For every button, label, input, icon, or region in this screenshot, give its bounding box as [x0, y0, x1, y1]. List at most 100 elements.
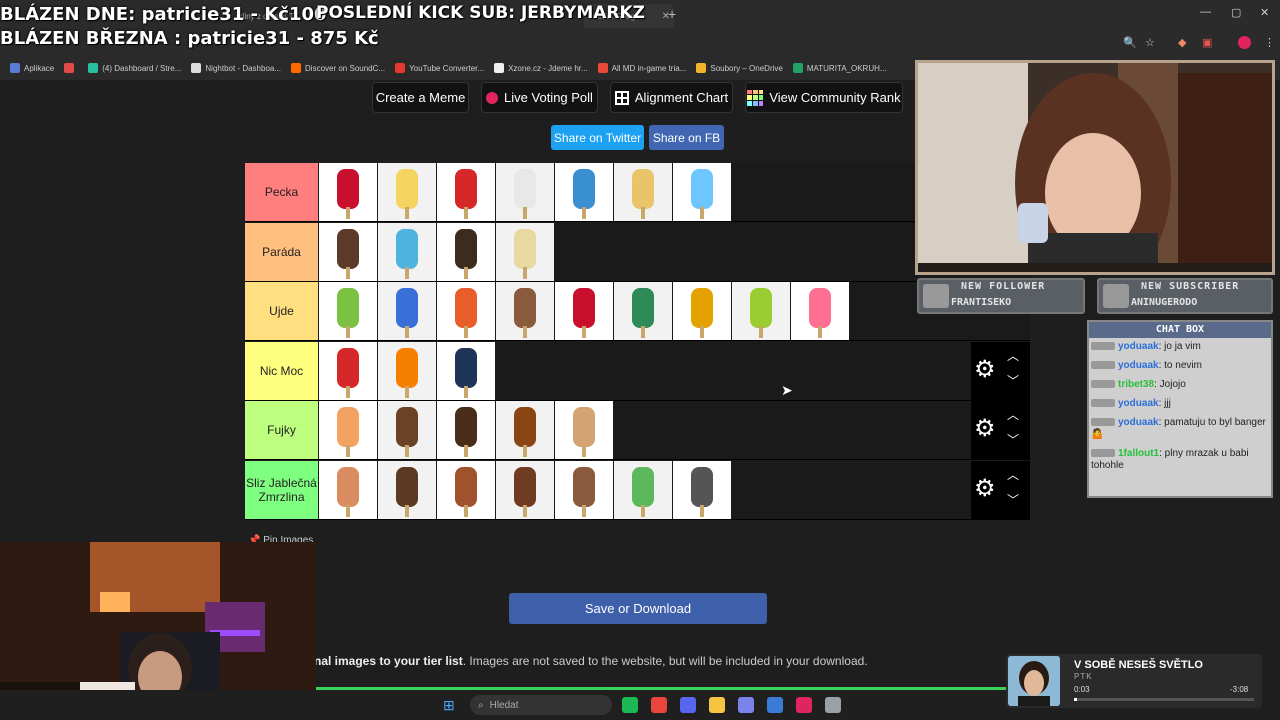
minimize-button[interactable]: — [1200, 6, 1211, 18]
bookmark-item[interactable]: Discover on SoundC... [291, 63, 385, 73]
taskbar-app-icon[interactable] [709, 697, 725, 713]
ice-cream-item-image[interactable] [319, 282, 377, 340]
view-community-rank-button[interactable]: View Community Rank [745, 82, 903, 113]
ice-cream-item-image[interactable] [378, 163, 436, 221]
ice-cream-item-image[interactable] [319, 401, 377, 459]
ice-cream-item-image[interactable] [555, 163, 613, 221]
bookmark-item[interactable]: Aplikace [10, 63, 54, 73]
bookmark-favicon-icon [696, 63, 707, 73]
taskbar-app-icon[interactable] [767, 697, 783, 713]
taskbar-app-icon[interactable] [622, 697, 638, 713]
menu-icon[interactable]: ⋮ [1264, 36, 1275, 49]
tier-label[interactable]: Sliz Jablečná Zmrzlina [245, 460, 318, 519]
chevron-down-icon[interactable]: ﹀ [1007, 491, 1019, 508]
tier-label[interactable]: Ujde [245, 282, 318, 340]
ice-cream-item-image[interactable] [437, 460, 495, 519]
ice-cream-item-image[interactable] [555, 401, 613, 459]
ice-cream-item-image[interactable] [319, 222, 377, 281]
ice-cream-item-image[interactable] [791, 282, 849, 340]
webcam-image [918, 63, 1272, 272]
new-subscriber-alert: NEW SUBSCRIBER ANINUGERODO [1097, 278, 1273, 314]
taskbar-app-icon[interactable] [680, 697, 696, 713]
windows-start-icon[interactable]: ⊞ [443, 697, 455, 714]
taskbar-app-icon[interactable] [651, 697, 667, 713]
taskbar-app-icon[interactable] [796, 697, 812, 713]
ice-cream-item-image[interactable] [555, 282, 613, 340]
ice-cream-item-image[interactable] [378, 401, 436, 459]
share-twitter-button[interactable]: Share on Twitter [551, 125, 644, 150]
chat-username: yoduaak [1118, 398, 1159, 409]
ice-cream-item-image[interactable] [378, 341, 436, 400]
tier-label[interactable]: Fujky [245, 401, 318, 459]
create-meme-button[interactable]: Create a Meme [372, 82, 469, 113]
bookmark-item[interactable]: Soubory – OneDrive [696, 63, 783, 73]
gear-icon[interactable]: ⚙ [974, 417, 996, 441]
zoom-icon[interactable]: 🔍 [1123, 36, 1137, 49]
ice-cream-item-image[interactable] [437, 341, 495, 400]
ice-cream-item-image[interactable] [378, 282, 436, 340]
share-fb-button[interactable]: Share on FB [649, 125, 724, 150]
bookmark-item[interactable]: Xzone.cz - Jdeme hr... [494, 63, 588, 73]
chevron-up-icon[interactable]: ︿ [1007, 466, 1019, 483]
alert-title: NEW SUBSCRIBER [1141, 281, 1240, 292]
track-progress-bar[interactable] [1074, 698, 1254, 701]
extension-icon[interactable]: ▣ [1202, 36, 1212, 49]
live-voting-poll-button[interactable]: Live Voting Poll [481, 82, 598, 113]
ice-cream-item-image[interactable] [496, 460, 554, 519]
ice-cream-item-image[interactable] [437, 282, 495, 340]
chevron-up-icon[interactable]: ︿ [1007, 347, 1019, 364]
tier-items [319, 282, 850, 340]
bookmark-item[interactable] [64, 63, 78, 73]
ice-cream-item-image[interactable] [673, 163, 731, 221]
tier-label[interactable]: Paráda [245, 222, 318, 281]
gear-icon[interactable]: ⚙ [974, 476, 996, 501]
ice-cream-item-image[interactable] [496, 222, 554, 281]
ice-cream-item-image[interactable] [614, 163, 672, 221]
taskbar-app-icon[interactable] [825, 697, 841, 713]
ice-cream-item-image[interactable] [496, 282, 554, 340]
ice-cream-item-image[interactable] [437, 401, 495, 459]
ice-cream-item-image[interactable] [496, 401, 554, 459]
taskbar-search[interactable]: ⌕ Hledat [470, 695, 612, 715]
tier-label[interactable]: Pecka [245, 163, 318, 221]
profile-avatar[interactable] [1238, 36, 1251, 49]
ice-cream-item-image[interactable] [555, 460, 613, 519]
bookmark-item[interactable]: YouTube Converter... [395, 63, 484, 73]
ice-cream-item-image[interactable] [614, 460, 672, 519]
ice-cream-item-image[interactable] [732, 282, 790, 340]
tier-items [319, 163, 732, 221]
maximize-button[interactable]: ▢ [1231, 6, 1241, 19]
ice-cream-item-image[interactable] [319, 341, 377, 400]
bookmark-favicon-icon [191, 63, 202, 73]
bookmark-label: Aplikace [24, 63, 55, 73]
ice-cream-item-image[interactable] [437, 163, 495, 221]
bookmark-item[interactable]: All MD in-game tria... [597, 63, 686, 73]
ice-cream-item-image[interactable] [319, 163, 377, 221]
bookmark-item[interactable]: (4) Dashboard / Stre... [88, 63, 181, 73]
new-tab-button[interactable]: + [668, 6, 676, 22]
ice-cream-item-image[interactable] [437, 222, 495, 281]
taskbar-app-icon[interactable] [738, 697, 754, 713]
bookmark-item[interactable]: MATURITA_OKRUH... [792, 63, 887, 73]
alert-name: ANINUGERODO [1131, 297, 1198, 308]
close-window-button[interactable]: ✕ [1260, 6, 1269, 19]
ice-cream-item-image[interactable] [319, 460, 377, 519]
save-download-button[interactable]: Save or Download [509, 593, 767, 624]
live-dot-icon [486, 91, 499, 104]
extension-icon[interactable]: ◆ [1178, 36, 1186, 49]
chevron-down-icon[interactable]: ﹀ [1007, 372, 1019, 389]
ice-cream-item-image[interactable] [673, 282, 731, 340]
bookmark-star-icon[interactable]: ☆ [1145, 36, 1155, 49]
ice-cream-item-image[interactable] [496, 163, 554, 221]
tier-items [319, 222, 555, 281]
alignment-chart-button[interactable]: Alignment Chart [610, 82, 733, 113]
chevron-up-icon[interactable]: ︿ [1007, 406, 1019, 423]
tier-label[interactable]: Nic Moc [245, 341, 318, 400]
chevron-down-icon[interactable]: ﹀ [1007, 431, 1019, 448]
bookmark-item[interactable]: Nightbot - Dashboa... [191, 63, 281, 73]
ice-cream-item-image[interactable] [673, 460, 731, 519]
ice-cream-item-image[interactable] [378, 460, 436, 519]
gear-icon[interactable]: ⚙ [974, 357, 996, 382]
ice-cream-item-image[interactable] [378, 222, 436, 281]
ice-cream-item-image[interactable] [614, 282, 672, 340]
